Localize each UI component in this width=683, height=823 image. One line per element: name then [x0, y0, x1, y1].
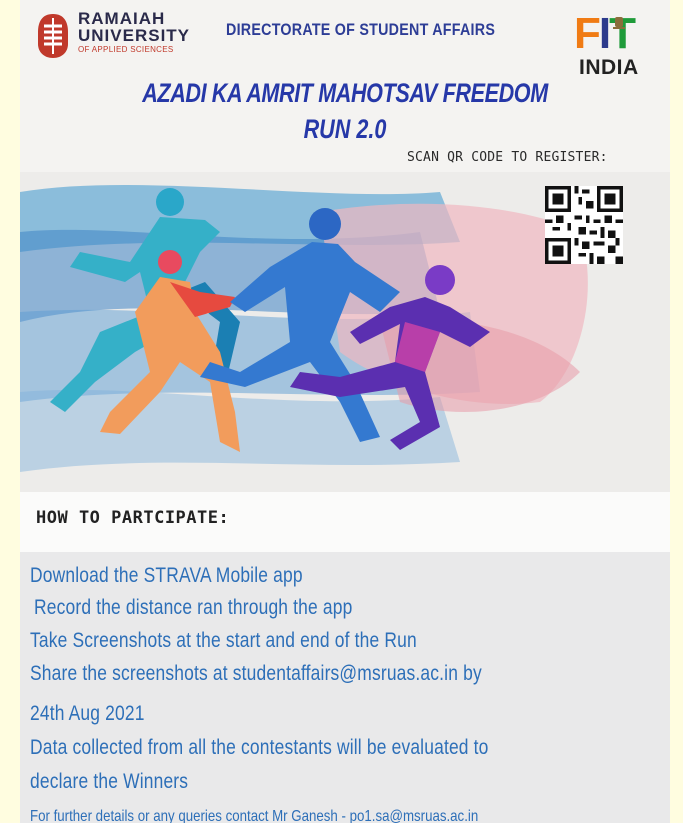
how-to-participate-heading: HOW TO PARTCIPATE: [36, 508, 230, 528]
step-5: 24th Aug 2021 [30, 702, 145, 725]
national-emblem-icon [613, 17, 625, 29]
fit-logo-india: INDIA [579, 56, 639, 79]
fit-logo-i: I [598, 9, 611, 58]
fit-india-logo: FIT INDIA [574, 12, 668, 80]
step-6: Data collected from all the contestants … [30, 736, 489, 759]
step-1: Download the STRAVA Mobile app [30, 564, 303, 587]
scan-qr-label: SCAN QR CODE TO REGISTER: [407, 150, 608, 165]
how-to-participate-band: HOW TO PARTCIPATE: [20, 492, 670, 552]
step-3: Take Screenshots at the start and end of… [30, 629, 417, 652]
register-qr-code[interactable] [544, 186, 624, 264]
fit-logo-f: F [574, 9, 601, 58]
contact-footer: For further details or any queries conta… [30, 808, 479, 823]
event-title-line1: AZADI KA AMRIT MAHOTSAV FREEDOM [142, 78, 548, 108]
step-7: declare the Winners [30, 770, 189, 793]
step-4: Share the screenshots at studentaffairs@… [30, 662, 482, 685]
university-name-line2: UNIVERSITY [78, 26, 191, 45]
university-name-line1: RAMAIAH [78, 9, 166, 28]
step-2: Record the distance ran through the app [34, 596, 353, 619]
instructions-list: Download the STRAVA Mobile app Record th… [20, 552, 670, 823]
university-logo-icon [38, 14, 68, 58]
header: RAMAIAH UNIVERSITY OF APPLIED SCIENCES D… [20, 0, 670, 172]
event-title-line2: RUN 2.0 [303, 114, 387, 144]
directorate-title: DIRECTORATE OF STUDENT AFFAIRS [226, 20, 496, 39]
poster: RAMAIAH UNIVERSITY OF APPLIED SCIENCES D… [20, 0, 670, 823]
university-name-line3: OF APPLIED SCIENCES [78, 45, 174, 54]
